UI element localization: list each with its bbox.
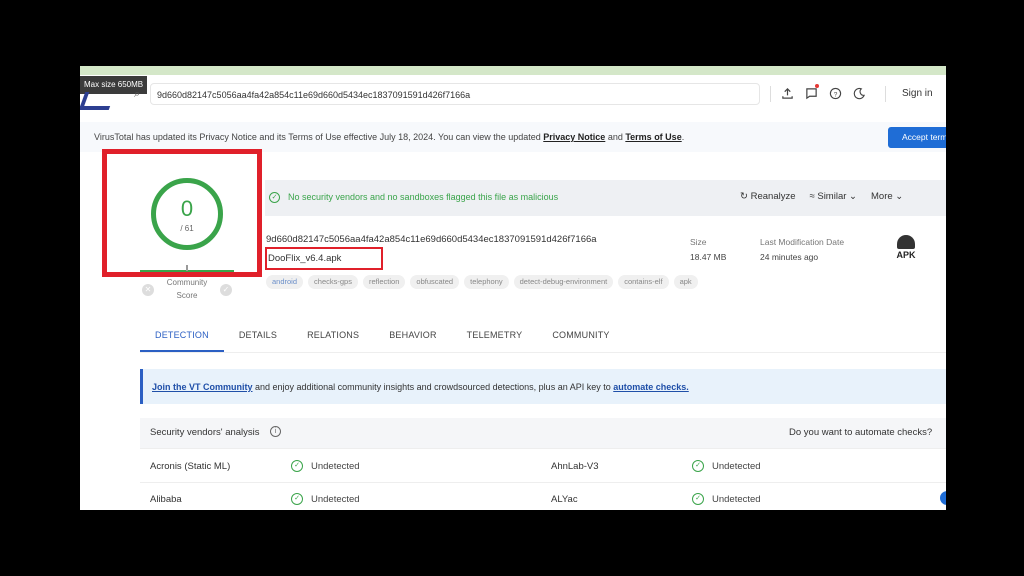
vendor-name: AhnLab-V3 bbox=[551, 461, 599, 472]
tag[interactable]: detect-debug-environment bbox=[513, 275, 614, 289]
file-type-label: APK bbox=[896, 250, 916, 260]
detection-count: 0 bbox=[180, 196, 194, 221]
top-strip bbox=[80, 66, 946, 75]
chevron-down-icon: ⌄ bbox=[895, 191, 904, 202]
vendor-name: Acronis (Static ML) bbox=[150, 461, 231, 472]
tag[interactable]: reflection bbox=[362, 275, 406, 289]
modified-label: Last Modification Date bbox=[760, 237, 845, 247]
detection-total: / 61 bbox=[180, 224, 194, 233]
android-icon bbox=[897, 235, 915, 249]
vendor-name: Alibaba bbox=[150, 494, 182, 505]
tab-details[interactable]: DETAILS bbox=[224, 325, 292, 352]
notice-end: . bbox=[681, 132, 685, 142]
check-circle-icon: ✓ bbox=[291, 460, 303, 472]
modified-value: 24 minutes ago bbox=[760, 252, 819, 262]
tag[interactable]: telephony bbox=[464, 275, 509, 289]
toolbar-divider bbox=[885, 86, 886, 102]
tab-behavior[interactable]: BEHAVIOR bbox=[374, 325, 451, 352]
more-label: More bbox=[871, 191, 893, 202]
notifications-icon[interactable] bbox=[804, 84, 819, 100]
file-name: DooFlix_v6.4.apk bbox=[268, 253, 342, 264]
notification-dot bbox=[815, 84, 819, 88]
check-circle-icon: ✓ bbox=[692, 460, 704, 472]
downvote-icon[interactable]: ✕ bbox=[142, 284, 154, 296]
vendor-result: Undetected bbox=[712, 461, 761, 472]
virustotal-logo-icon[interactable] bbox=[80, 92, 116, 110]
tab-detection[interactable]: DETECTION bbox=[140, 325, 224, 352]
accept-terms-button[interactable]: Accept terms bbox=[888, 127, 946, 148]
join-community-link[interactable]: Join the VT Community bbox=[152, 382, 253, 392]
similar-label: Similar bbox=[817, 191, 847, 202]
file-actions: ↻ Reanalyze ≈ Similar ⌄ More ⌄ bbox=[740, 191, 903, 202]
tab-community[interactable]: COMMUNITY bbox=[537, 325, 624, 352]
reanalyze-button[interactable]: ↻ Reanalyze bbox=[740, 191, 796, 202]
vendor-name: ALYac bbox=[551, 494, 578, 505]
check-circle-icon: ✓ bbox=[291, 493, 303, 505]
notice-text: VirusTotal has updated its Privacy Notic… bbox=[94, 132, 544, 142]
upload-icon[interactable] bbox=[780, 86, 794, 100]
tab-relations[interactable]: RELATIONS bbox=[292, 325, 374, 352]
vendor-result: Undetected bbox=[311, 461, 360, 472]
sign-in-link[interactable]: Sign in bbox=[902, 88, 933, 99]
upvote-icon[interactable]: ✓ bbox=[220, 284, 232, 296]
size-label: Size bbox=[690, 237, 707, 247]
file-hash: 9d660d82147c5056aa4fa42a854c11e69d660d54… bbox=[266, 234, 597, 245]
chevron-down-icon: ⌄ bbox=[849, 191, 857, 202]
tab-telemetry[interactable]: TELEMETRY bbox=[452, 325, 538, 352]
tag[interactable]: checks-gps bbox=[308, 275, 358, 289]
check-circle-icon: ✓ bbox=[269, 192, 280, 203]
row-divider bbox=[140, 448, 946, 449]
vendor-result: Undetected bbox=[311, 494, 360, 505]
tag[interactable]: apk bbox=[673, 275, 698, 289]
tabs-divider bbox=[140, 352, 946, 353]
svg-text:?: ? bbox=[833, 91, 837, 98]
analysis-title: Security vendors' analysis bbox=[150, 427, 260, 438]
search-input[interactable]: 9d660d82147c5056aa4fa42a854c11e69d660d54… bbox=[150, 83, 760, 105]
privacy-notice-text: VirusTotal has updated its Privacy Notic… bbox=[94, 132, 684, 142]
community-score-label: Community Score bbox=[166, 278, 208, 300]
vendor-result: Undetected bbox=[712, 494, 761, 505]
community-banner-text: Join the VT Community and enjoy addition… bbox=[152, 382, 689, 392]
reanalyze-label: Reanalyze bbox=[750, 191, 796, 202]
banner-middle-text: and enjoy additional community insights … bbox=[252, 382, 614, 392]
browser-viewport: Max size 650MB ⌕ 9d660d82147c5056aa4fa42… bbox=[80, 66, 946, 510]
community-score-marker bbox=[186, 265, 188, 271]
terms-of-use-link[interactable]: Terms of Use bbox=[625, 132, 681, 142]
similar-icon: ≈ bbox=[809, 191, 815, 202]
dark-mode-icon[interactable] bbox=[852, 86, 866, 100]
info-icon[interactable]: i bbox=[270, 426, 281, 437]
search-icon: ⌕ bbox=[134, 88, 141, 100]
check-circle-icon: ✓ bbox=[692, 493, 704, 505]
refresh-icon: ↻ bbox=[740, 191, 748, 202]
help-icon[interactable]: ? bbox=[828, 86, 842, 100]
status-message: No security vendors and no sandboxes fla… bbox=[288, 192, 559, 202]
similar-button[interactable]: ≈ Similar ⌄ bbox=[810, 191, 858, 202]
automate-checks-link[interactable]: automate checks. bbox=[613, 382, 689, 392]
privacy-notice-link[interactable]: Privacy Notice bbox=[543, 132, 605, 142]
tag[interactable]: android bbox=[266, 275, 304, 289]
tag[interactable]: contains-elf bbox=[618, 275, 669, 289]
toolbar-icons: ? bbox=[780, 84, 866, 100]
tag[interactable]: obfuscated bbox=[410, 275, 460, 289]
more-button[interactable]: More ⌄ bbox=[871, 191, 903, 202]
automate-checks-question[interactable]: Do you want to automate checks? bbox=[789, 427, 932, 438]
file-tags: android checks-gps reflection obfuscated… bbox=[266, 275, 698, 289]
size-value: 18.47 MB bbox=[690, 252, 727, 262]
report-tabs: DETECTION DETAILS RELATIONS BEHAVIOR TEL… bbox=[140, 325, 625, 352]
notice-and: and bbox=[605, 132, 626, 142]
chat-button[interactable] bbox=[940, 491, 946, 505]
toolbar-divider bbox=[770, 86, 771, 102]
apk-file-icon: APK bbox=[894, 235, 918, 260]
row-divider bbox=[140, 482, 946, 483]
